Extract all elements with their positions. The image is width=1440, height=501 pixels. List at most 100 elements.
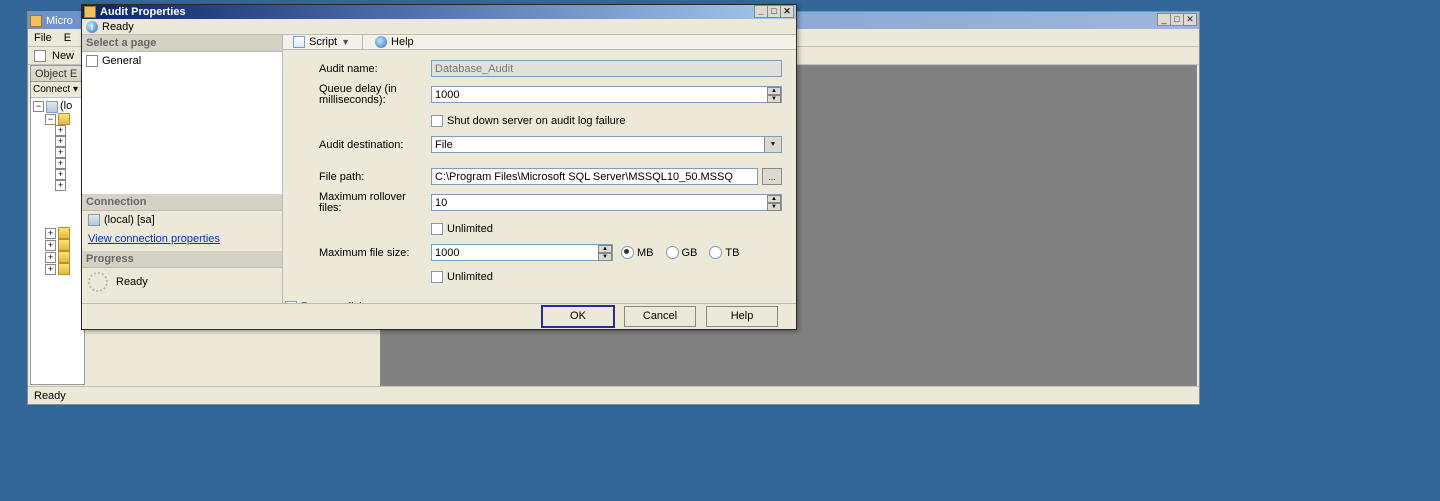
audit-destination-label: Audit destination: [319, 139, 431, 151]
page-icon [86, 55, 98, 67]
status-text: Ready [34, 390, 66, 402]
max-rollover-input[interactable] [431, 194, 782, 211]
audit-properties-dialog: Audit Properties _ □ ✕ i Ready Select a … [81, 4, 797, 330]
shutdown-label: Shut down server on audit log failure [447, 115, 626, 127]
unit-gb-radio[interactable] [666, 246, 679, 259]
ssms-title: Micro [46, 15, 73, 27]
tree-expand-icon[interactable]: + [55, 158, 66, 169]
info-icon: i [86, 21, 98, 33]
connection-server: (local) [sa] [104, 214, 155, 226]
help-icon [375, 36, 387, 48]
tree-collapse-icon[interactable]: − [45, 114, 56, 125]
progress-header: Progress [82, 251, 282, 268]
tree-expand-icon[interactable]: + [45, 264, 56, 275]
ssms-maximize-button[interactable]: □ [1170, 13, 1184, 26]
browse-button[interactable]: ... [762, 168, 782, 185]
progress-spinner-icon [88, 272, 108, 292]
chevron-down-icon[interactable]: ▼ [341, 37, 350, 47]
script-button[interactable]: Script ▼ [289, 36, 354, 48]
max-file-size-input[interactable] [431, 244, 613, 261]
page-list: General [82, 52, 282, 194]
dialog-minimize-button[interactable]: _ [754, 5, 768, 18]
new-query-button[interactable]: New [52, 50, 74, 62]
tree-expand-icon[interactable]: + [45, 252, 56, 263]
folder-icon [58, 251, 70, 263]
max-rollover-spinner[interactable]: ▲ ▼ [431, 194, 782, 211]
ready-text: Ready [102, 21, 134, 33]
dialog-app-icon [84, 6, 96, 18]
max-file-size-label: Maximum file size: [319, 247, 431, 259]
folder-icon [58, 113, 70, 125]
dialog-titlebar[interactable]: Audit Properties _ □ ✕ [82, 5, 796, 19]
dialog-maximize-button[interactable]: □ [767, 5, 781, 18]
menu-file[interactable]: File [34, 32, 52, 44]
tree-expand-icon[interactable]: + [45, 240, 56, 251]
cancel-button[interactable]: Cancel [624, 306, 696, 327]
help-toolbar-button[interactable]: Help [371, 36, 418, 48]
dialog-ready-bar: i Ready [82, 19, 796, 34]
dialog-title: Audit Properties [100, 6, 186, 18]
help-toolbar-label: Help [391, 36, 414, 48]
menu-edit-trunc[interactable]: E [64, 32, 71, 44]
help-button[interactable]: Help [706, 306, 778, 327]
file-path-input[interactable] [431, 168, 758, 185]
object-explorer-title: Object E [31, 66, 84, 82]
unit-tb-radio[interactable] [709, 246, 722, 259]
tree-expand-icon[interactable]: + [55, 147, 66, 158]
max-file-size-spinner[interactable]: ▲ ▼ [431, 244, 613, 261]
unit-mb-radio[interactable] [621, 246, 634, 259]
ssms-close-button[interactable]: ✕ [1183, 13, 1197, 26]
audit-destination-combo[interactable]: ▼ [431, 136, 782, 153]
script-icon [293, 36, 305, 48]
spin-up-icon[interactable]: ▲ [598, 245, 612, 253]
audit-destination-input[interactable] [431, 136, 782, 153]
tree-expand-icon[interactable]: + [55, 180, 66, 191]
max-rollover-label: Maximum rollover files: [319, 192, 431, 214]
tree-expand-icon[interactable]: + [45, 228, 56, 239]
audit-form: Audit name: Queue delay (in milliseconds… [283, 50, 796, 326]
shutdown-checkbox[interactable] [431, 115, 443, 127]
app-icon [30, 15, 42, 27]
rollover-unlimited-checkbox[interactable] [431, 223, 443, 235]
connection-panel: (local) [sa] View connection properties [82, 211, 282, 251]
tree-expand-icon[interactable]: + [55, 169, 66, 180]
ssms-minimize-button[interactable]: _ [1157, 13, 1171, 26]
dialog-close-button[interactable]: ✕ [780, 5, 794, 18]
page-general-label: General [102, 55, 141, 67]
folder-icon [58, 227, 70, 239]
queue-delay-spinner[interactable]: ▲ ▼ [431, 86, 782, 103]
dialog-button-row: OK Cancel Help [82, 303, 796, 329]
filesize-unlimited-checkbox[interactable] [431, 271, 443, 283]
connection-header: Connection [82, 194, 282, 211]
dialog-toolbar: Script ▼ Help [283, 35, 796, 50]
spin-up-icon[interactable]: ▲ [767, 87, 781, 95]
file-size-unit-group: MB GB TB [621, 246, 739, 259]
spin-down-icon[interactable]: ▼ [767, 95, 781, 103]
server-icon [46, 101, 58, 113]
spin-down-icon[interactable]: ▼ [598, 253, 612, 261]
ok-button[interactable]: OK [542, 306, 614, 327]
new-query-icon [34, 50, 46, 62]
page-general[interactable]: General [86, 54, 278, 68]
spin-up-icon[interactable]: ▲ [767, 195, 781, 203]
tree-collapse-icon[interactable]: − [33, 101, 44, 112]
object-explorer-toolbar[interactable]: Connect ▾ [31, 82, 84, 98]
queue-delay-label: Queue delay (in milliseconds): [319, 84, 431, 106]
dialog-left-pane: Select a page General Connection (local)… [82, 35, 283, 303]
queue-delay-input[interactable] [431, 86, 782, 103]
audit-name-input [431, 60, 782, 77]
object-explorer-tree[interactable]: −(lo − + + + + + + + + + + [31, 98, 84, 277]
spin-down-icon[interactable]: ▼ [767, 203, 781, 211]
rollover-unlimited-label: Unlimited [447, 223, 493, 235]
tree-root-label[interactable]: (lo [60, 100, 72, 113]
progress-panel: Ready [82, 268, 282, 296]
view-connection-properties-link[interactable]: View connection properties [88, 233, 220, 245]
chevron-down-icon[interactable]: ▼ [764, 137, 781, 152]
toolbar-separator [362, 35, 363, 49]
unit-mb-label: MB [637, 247, 654, 259]
tree-expand-icon[interactable]: + [55, 136, 66, 147]
audit-name-label: Audit name: [319, 63, 431, 75]
tree-expand-icon[interactable]: + [55, 125, 66, 136]
ssms-statusbar: Ready [28, 386, 1199, 404]
script-label: Script [309, 36, 337, 48]
